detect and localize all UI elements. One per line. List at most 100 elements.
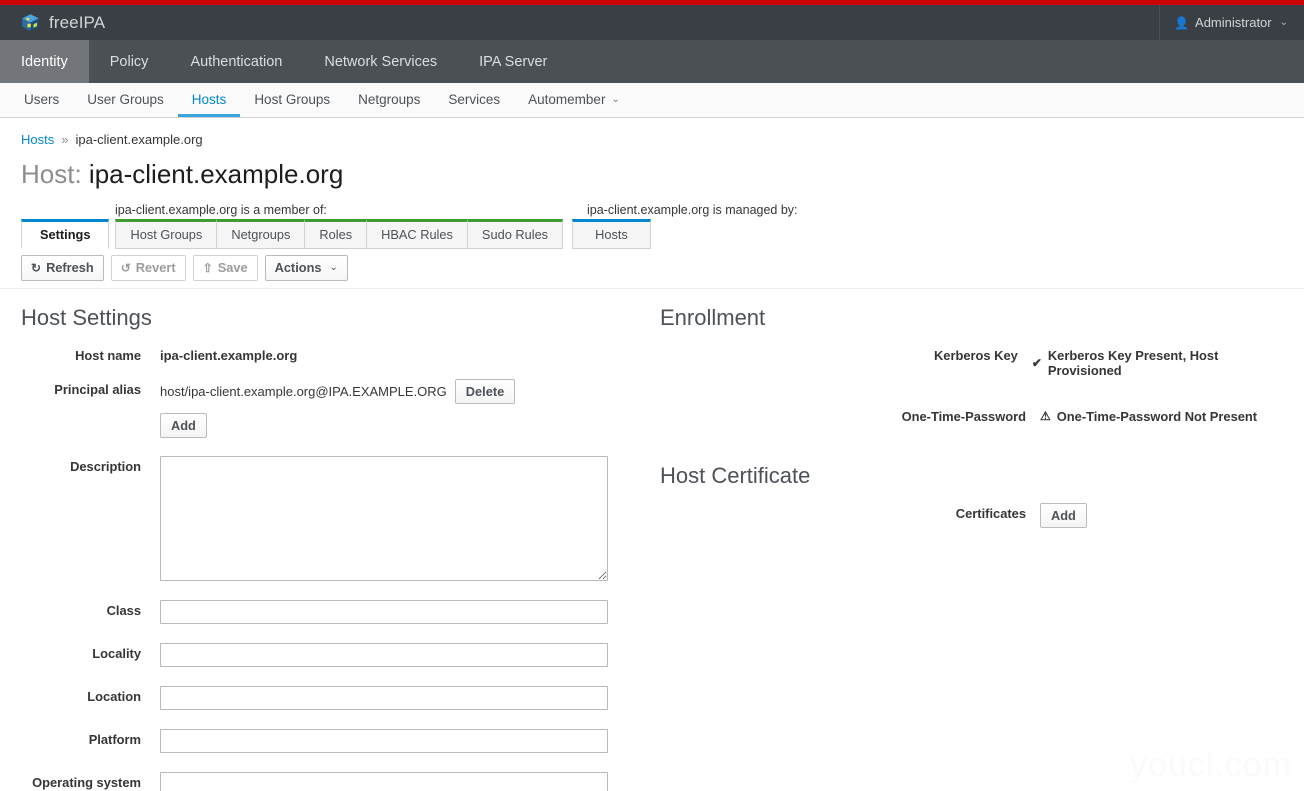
facet-tab-host-groups[interactable]: Host Groups (115, 218, 218, 249)
primary-nav-label: IPA Server (479, 53, 548, 70)
field-row-host-name: Host name ipa-client.example.org (0, 345, 650, 365)
save-label: Save (217, 260, 248, 276)
certificates-label: Certificates (955, 506, 1026, 522)
facet-tab-netgroups[interactable]: Netgroups (216, 218, 306, 249)
facet-tab-label: HBAC Rules (381, 227, 453, 243)
brand-home-link[interactable]: freeIPA (0, 13, 105, 33)
actions-label: Actions (274, 260, 322, 276)
add-principal-alias-button[interactable]: Add (160, 413, 207, 439)
facet-tabs: Settings Host Groups Netgroups Roles HBA… (21, 218, 1304, 249)
primary-nav-item-policy[interactable]: Policy (89, 40, 170, 83)
field-row-certificates: Certificates Add (650, 503, 1290, 529)
facet-tab-label: Settings (40, 227, 91, 243)
member-of-group-label: ipa-client.example.org is a member of: (115, 202, 327, 217)
breadcrumb-link-hosts[interactable]: Hosts (21, 132, 54, 147)
one-time-password-status: ⚠ One-Time-Password Not Present (1040, 406, 1257, 424)
platform-input[interactable] (160, 729, 608, 754)
secondary-navigation: Users User Groups Hosts Host Groups Netg… (0, 83, 1304, 118)
refresh-label: Refresh (46, 260, 94, 276)
description-textarea[interactable] (160, 456, 608, 582)
facet-toolbar: ↻ Refresh ↺ Revert ⇧ Save Actions ⌄ (0, 254, 1304, 289)
enrollment-column: Enrollment Kerberos Key ✔ Kerberos Key P… (650, 305, 1290, 791)
secondary-nav-label: Hosts (191, 91, 227, 107)
primary-nav-item-network-services[interactable]: Network Services (303, 40, 458, 83)
operating-system-label: Operating system (32, 775, 141, 791)
settings-form: Host Settings Host name ipa-client.examp… (0, 289, 1304, 791)
save-button[interactable]: ⇧ Save (192, 254, 258, 281)
add-label: Add (1051, 508, 1076, 524)
facet-tab-roles[interactable]: Roles (304, 218, 368, 249)
field-row-platform: Platform (0, 729, 650, 754)
one-time-password-status-text: One-Time-Password Not Present (1056, 408, 1258, 424)
facet-tab-label: Host Groups (130, 227, 203, 243)
one-time-password-label: One-Time-Password (901, 408, 1026, 424)
field-row-principal-alias: Principal alias host/ipa-client.example.… (0, 379, 650, 405)
facet-tabs-area: ipa-client.example.org is a member of: i… (0, 203, 1304, 249)
delete-label: Delete (465, 384, 505, 400)
facet-tab-hbac-rules[interactable]: HBAC Rules (366, 218, 468, 249)
facet-tab-hosts[interactable]: Hosts (572, 218, 651, 249)
principal-alias-label: Principal alias (54, 382, 141, 398)
locality-input[interactable] (160, 643, 608, 668)
user-menu-label: Administrator (1195, 15, 1272, 30)
secondary-nav-item-automember[interactable]: Automember ⌄ (514, 84, 634, 117)
page-content: Hosts » ipa-client.example.org Host: ipa… (0, 118, 1304, 791)
field-row-class: Class (0, 600, 650, 625)
facet-tab-label: Sudo Rules (481, 227, 549, 243)
location-label: Location (87, 689, 141, 705)
operating-system-input[interactable] (160, 772, 608, 791)
description-label: Description (70, 459, 141, 475)
breadcrumb-current: ipa-client.example.org (75, 132, 203, 147)
host-certificate-title: Host Certificate (660, 463, 811, 489)
managed-by-group-label: ipa-client.example.org is managed by: (587, 202, 798, 217)
add-certificate-button[interactable]: Add (1040, 503, 1087, 529)
revert-button[interactable]: ↺ Revert (110, 254, 186, 281)
secondary-nav-item-user-groups[interactable]: User Groups (73, 84, 178, 117)
location-input[interactable] (160, 686, 608, 711)
host-settings-column: Host Settings Host name ipa-client.examp… (0, 305, 650, 791)
kerberos-key-label: Kerberos Key (933, 347, 1018, 363)
page-title: Host: ipa-client.example.org (0, 147, 1304, 189)
secondary-nav-item-hosts[interactable]: Hosts (177, 84, 241, 117)
cube-logo-icon (21, 13, 40, 32)
add-label: Add (171, 418, 196, 434)
secondary-nav-item-users[interactable]: Users (10, 84, 73, 117)
primary-nav-item-ipa-server[interactable]: IPA Server (458, 40, 568, 83)
chevron-down-icon: ⌄ (611, 93, 620, 105)
enrollment-title: Enrollment (660, 304, 766, 330)
secondary-nav-label: Automember (528, 91, 606, 107)
host-name-value: ipa-client.example.org (160, 347, 298, 363)
principal-alias-row: host/ipa-client.example.org@IPA.EXAMPLE.… (160, 379, 516, 405)
warning-triangle-icon: ⚠ (1040, 409, 1051, 424)
locality-label: Locality (92, 646, 141, 662)
actions-button[interactable]: Actions ⌄ (264, 254, 348, 281)
facet-tab-settings[interactable]: Settings (21, 218, 110, 249)
check-icon: ✔ (1031, 355, 1042, 370)
facet-tab-label: Netgroups (231, 227, 291, 243)
primary-navigation: Identity Policy Authentication Network S… (0, 40, 1304, 83)
platform-label: Platform (88, 732, 141, 748)
kerberos-key-status-text: Kerberos Key Present, Host Provisioned (1047, 347, 1219, 378)
kerberos-key-status: ✔ Kerberos Key Present, Host Provisioned (1032, 345, 1290, 378)
class-input[interactable] (160, 600, 608, 625)
brand-name: freeIPA (49, 12, 106, 32)
primary-nav-item-identity[interactable]: Identity (0, 40, 89, 83)
secondary-nav-label: Host Groups (254, 91, 331, 107)
field-row-location: Location (0, 686, 650, 711)
user-menu[interactable]: 👤 Administrator ⌄ (1159, 5, 1288, 40)
revert-label: Revert (135, 260, 176, 276)
host-name-label: Host name (75, 347, 141, 363)
primary-nav-item-authentication[interactable]: Authentication (169, 40, 303, 83)
refresh-icon: ↻ (31, 260, 42, 275)
field-row-locality: Locality (0, 643, 650, 668)
secondary-nav-item-netgroups[interactable]: Netgroups (344, 84, 434, 117)
delete-principal-alias-button[interactable]: Delete (454, 379, 516, 405)
refresh-button[interactable]: ↻ Refresh (21, 254, 104, 281)
secondary-nav-item-host-groups[interactable]: Host Groups (240, 84, 344, 117)
host-settings-title: Host Settings (21, 304, 152, 330)
field-row-description: Description (0, 456, 650, 582)
chevron-down-icon: ⌄ (1279, 17, 1288, 28)
secondary-nav-item-services[interactable]: Services (434, 84, 514, 117)
facet-tab-sudo-rules[interactable]: Sudo Rules (466, 218, 564, 249)
facet-group-labels: ipa-client.example.org is a member of: i… (21, 203, 1304, 219)
